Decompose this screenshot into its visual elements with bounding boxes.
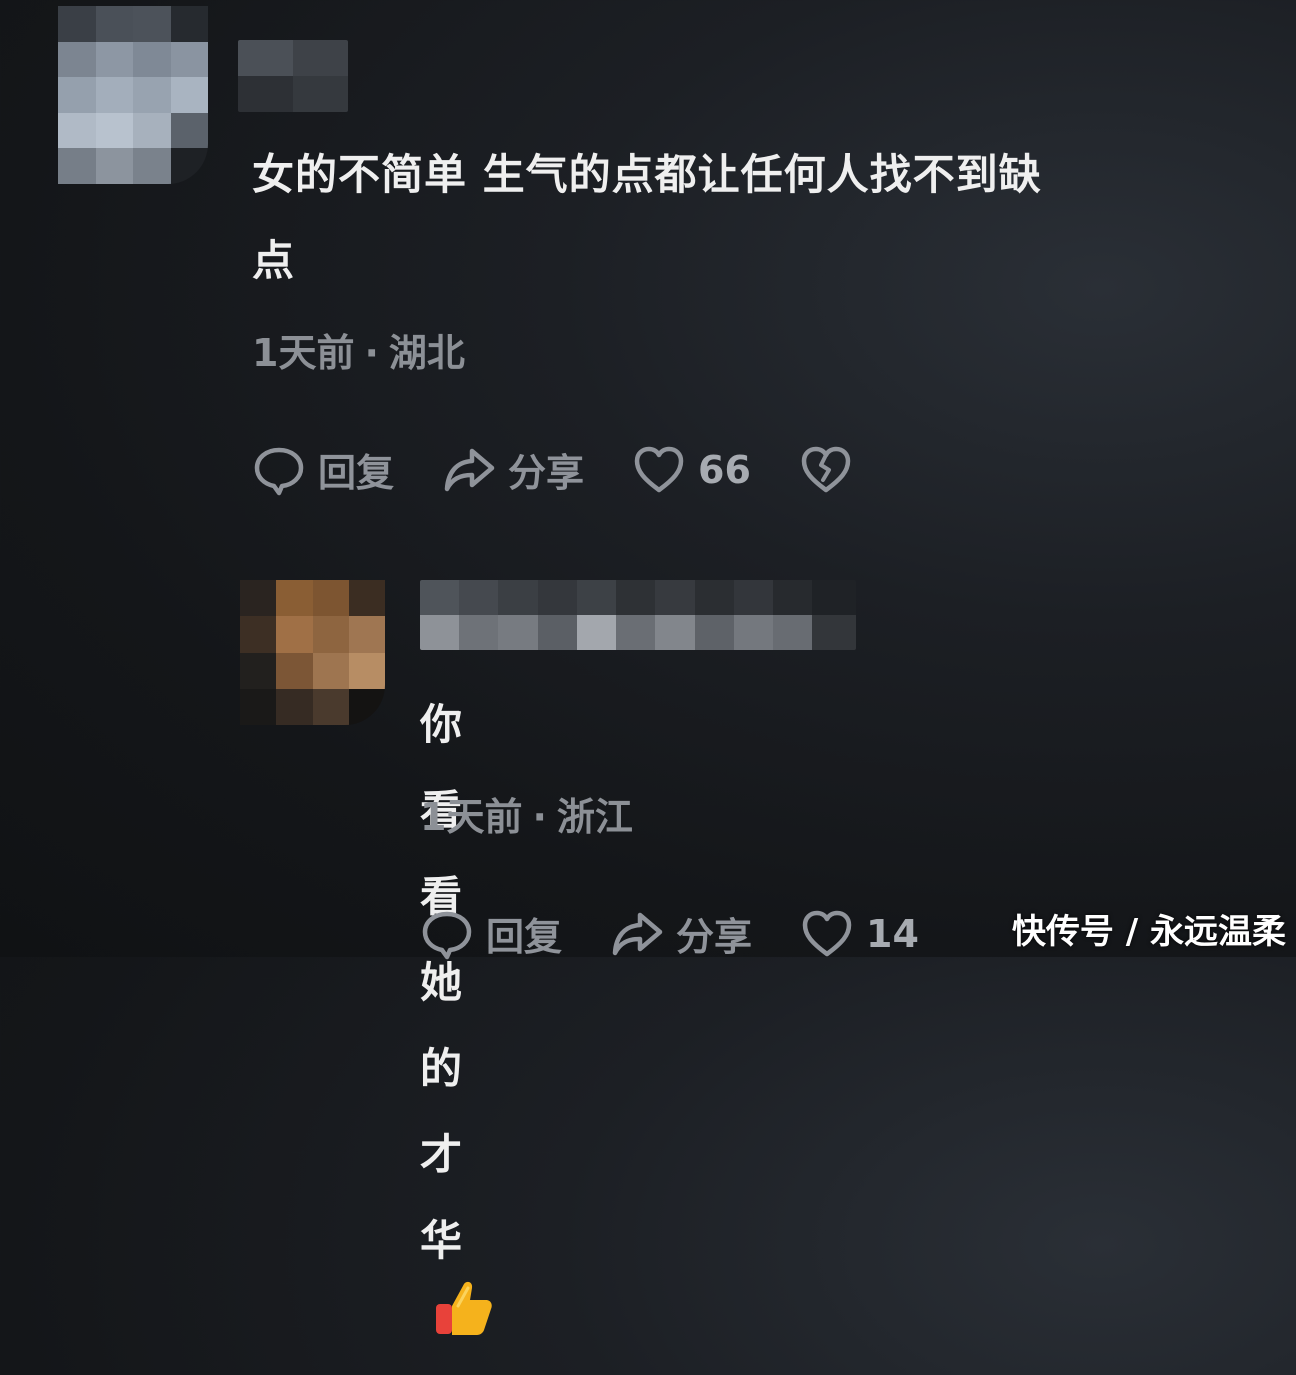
comment-text-line: 女的不简单 生气的点都让任何人找不到缺 [252, 150, 1042, 199]
comment-bubble-icon [254, 447, 304, 495]
thumbs-up-icon [434, 1278, 494, 1369]
comment-bubble-icon [422, 911, 472, 959]
share-arrow-icon [612, 912, 663, 955]
watermark: 快传号 / 永远温柔 [1011, 912, 1286, 952]
share-label: 分享 [676, 915, 753, 959]
heart-icon [802, 910, 852, 956]
username-blurred[interactable] [238, 40, 348, 112]
share-button[interactable]: 分享 [442, 442, 584, 497]
comment-text-line: 点 [252, 236, 296, 285]
reply-button[interactable]: 回复 [252, 442, 394, 497]
comment-meta: 1天前 · 湖北 [252, 322, 465, 377]
share-label: 分享 [508, 451, 585, 495]
like-count: 66 [698, 447, 751, 492]
meta-separator: · [364, 331, 379, 375]
username-blurred[interactable] [420, 580, 856, 650]
comment-text: 女的不简单 生气的点都让任何人找不到缺 点 [252, 132, 1232, 304]
reply-label: 回复 [318, 451, 395, 495]
like-button[interactable]: 14 [800, 907, 919, 961]
comment-time: 1天前 [420, 795, 523, 839]
comment-location: 湖北 [388, 331, 465, 375]
reply-label: 回复 [486, 915, 563, 959]
comment-actions: 回复 分享 14 [420, 906, 967, 961]
like-count: 14 [866, 911, 919, 956]
meta-separator: · [532, 795, 547, 839]
comment-text-line: 你看看她的才华 [420, 700, 464, 1265]
broken-heart-icon [801, 446, 851, 492]
like-button[interactable]: 66 [632, 443, 751, 497]
reply-button[interactable]: 回复 [420, 906, 562, 961]
comment-location: 浙江 [556, 795, 633, 839]
heart-icon [634, 446, 684, 492]
share-button[interactable]: 分享 [610, 906, 752, 961]
avatar[interactable] [240, 580, 385, 725]
avatar[interactable] [58, 6, 208, 184]
share-arrow-icon [444, 448, 495, 491]
comment-meta: 1天前 · 浙江 [420, 786, 633, 841]
comment-time: 1天前 [252, 331, 355, 375]
comment-actions: 回复 分享 66 [252, 442, 913, 497]
dislike-button[interactable] [799, 443, 865, 497]
